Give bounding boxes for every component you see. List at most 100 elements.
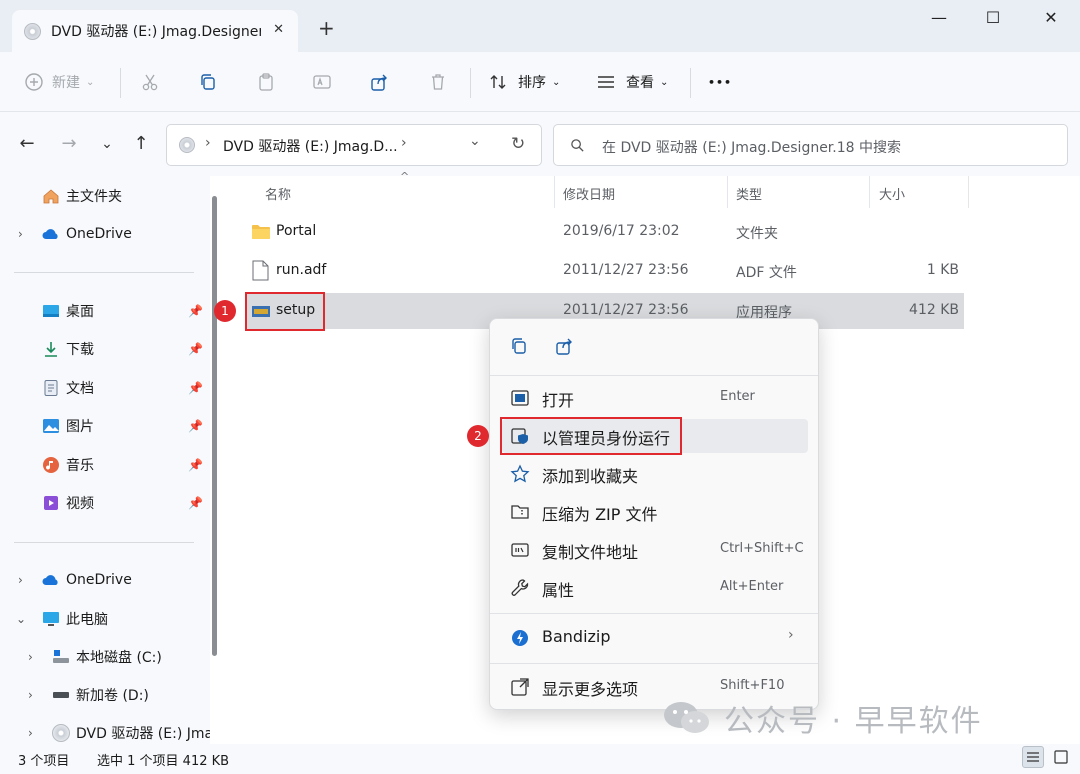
file-size: 412 KB [909, 302, 959, 318]
document-icon [44, 380, 58, 396]
tab-current[interactable]: DVD 驱动器 (E:) Jmag.Designer.18 ✕ [12, 10, 298, 52]
sidebar-item-music[interactable]: 音乐 📌 [0, 450, 205, 480]
sidebar-item-local-disk-c[interactable]: › 本地磁盘 (C:) [0, 642, 205, 672]
home-icon [43, 189, 59, 204]
sidebar-item-videos[interactable]: 视频 📌 [0, 488, 205, 518]
maximize-button[interactable]: ☐ [978, 8, 1008, 27]
copy-button[interactable] [198, 70, 218, 94]
step-badge-1: 1 [214, 300, 236, 322]
column-divider[interactable] [554, 176, 555, 208]
column-header-name[interactable]: 名称 [265, 184, 291, 203]
sidebar-label: 本地磁盘 (C:) [76, 650, 162, 666]
sidebar-item-documents[interactable]: 文档 📌 [0, 373, 205, 403]
new-label: 新建 [52, 75, 80, 91]
column-divider[interactable] [727, 176, 728, 208]
pin-icon[interactable]: 📌 [188, 381, 203, 395]
rename-button[interactable] [312, 70, 332, 94]
file-modified: 2011/12/27 23:56 [563, 302, 689, 318]
breadcrumb-path[interactable]: DVD 驱动器 (E:) Jmag.D... [223, 136, 398, 156]
search-box[interactable]: 在 DVD 驱动器 (E:) Jmag.Designer.18 中搜索 [553, 124, 1068, 166]
delete-button[interactable] [428, 70, 448, 94]
breadcrumb-trailing-separator[interactable]: › [401, 135, 407, 151]
folder-icon [252, 225, 270, 239]
selection-info: 选中 1 个项目 412 KB [97, 754, 230, 769]
menu-item-copy-path[interactable]: 复制文件地址 Ctrl+Shift+C [502, 533, 808, 567]
search-icon [571, 139, 584, 152]
address-bar[interactable]: › DVD 驱动器 (E:) Jmag.D... › ⌄ ↻ [166, 124, 542, 166]
menu-item-add-favorites[interactable]: 添加到收藏夹 [502, 457, 808, 491]
sidebar-item-onedrive[interactable]: › OneDrive [0, 565, 205, 595]
sidebar-label: DVD 驱动器 (E:) Jmag.Designer.18 [76, 726, 210, 742]
column-divider[interactable] [968, 176, 969, 208]
sidebar-label: 此电脑 [66, 612, 108, 628]
menu-item-open[interactable]: 打开 Enter [502, 381, 808, 415]
sidebar-scrollbar[interactable] [212, 196, 217, 656]
column-divider[interactable] [869, 176, 870, 208]
sidebar-label: 主文件夹 [66, 189, 122, 205]
share-button[interactable] [370, 70, 390, 94]
new-tab-button[interactable]: + [318, 18, 335, 38]
back-arrow-icon[interactable]: ← [14, 132, 40, 156]
sort-ascending-icon: ^ [400, 170, 410, 183]
pin-icon[interactable]: 📌 [188, 496, 203, 510]
sidebar-item-onedrive-top[interactable]: › OneDrive [0, 219, 205, 249]
sidebar-item-new-volume-d[interactable]: › 新加卷 (D:) [0, 680, 205, 710]
sort-label: 排序 [518, 75, 546, 91]
up-arrow-icon[interactable]: ↑ [128, 132, 154, 156]
menu-item-properties[interactable]: 属性 Alt+Enter [502, 571, 808, 605]
desktop-icon [43, 305, 59, 317]
pin-icon[interactable]: 📌 [188, 342, 203, 356]
watermark-text: 公众号 · 早早软件 [724, 704, 983, 739]
file-row-portal[interactable]: Portal 2019/6/17 23:02 文件夹 [245, 214, 964, 250]
minimize-button[interactable]: — [924, 8, 954, 27]
tiles-view-button[interactable] [1050, 746, 1072, 768]
copy-path-icon [511, 543, 529, 557]
sidebar-item-downloads[interactable]: 下载 📌 [0, 334, 205, 364]
view-list-icon [598, 76, 614, 88]
file-explorer-window: DVD 驱动器 (E:) Jmag.Designer.18 ✕ + — ☐ ✕ … [0, 0, 1080, 774]
menu-shortcut: Ctrl+Shift+C [720, 541, 804, 556]
share-icon[interactable] [555, 336, 575, 356]
title-bar: DVD 驱动器 (E:) Jmag.Designer.18 ✕ + — ☐ ✕ [0, 0, 1080, 52]
file-name: Portal [276, 223, 317, 239]
navigation-pane: 主文件夹 › OneDrive 桌面 📌 下载 📌 文档 📌 图片 📌 音乐 📌… [0, 176, 210, 744]
column-header-modified[interactable]: 修改日期 [563, 184, 615, 203]
paste-button[interactable] [256, 70, 276, 94]
menu-item-bandizip[interactable]: Bandizip › [502, 621, 808, 655]
recent-locations-chevron-icon[interactable]: ⌄ [94, 132, 120, 156]
cut-button[interactable] [140, 70, 160, 94]
pin-icon[interactable]: 📌 [188, 458, 203, 472]
menu-item-compress-zip[interactable]: 压缩为 ZIP 文件 [502, 495, 808, 529]
more-options-button[interactable]: ••• [708, 70, 732, 94]
wechat-logo-icon [664, 702, 709, 733]
share-icon [371, 74, 387, 91]
menu-label: Bandizip [542, 627, 611, 646]
pin-icon[interactable]: 📌 [188, 419, 203, 433]
highlight-box-setup [245, 292, 325, 331]
address-history-chevron-icon[interactable]: ⌄ [469, 133, 481, 149]
sidebar-item-pictures[interactable]: 图片 📌 [0, 411, 205, 441]
sort-button[interactable]: 排序 ⌄ [488, 70, 560, 94]
view-button[interactable]: 查看 ⌄ [596, 70, 668, 94]
sidebar-item-this-pc[interactable]: ⌄ 此电脑 [0, 604, 205, 634]
column-header-size[interactable]: 大小 [879, 184, 905, 203]
copy-icon[interactable] [509, 336, 529, 356]
refresh-icon[interactable]: ↻ [511, 134, 525, 154]
file-row-run-adf[interactable]: run.adf 2011/12/27 23:56 ADF 文件 1 KB [245, 253, 964, 289]
tab-close-button[interactable]: ✕ [273, 22, 284, 37]
new-button[interactable]: 新建 ⌄ [24, 70, 94, 94]
column-header-type[interactable]: 类型 [736, 184, 762, 203]
file-icon [252, 260, 269, 281]
chevron-down-icon: ⌄ [660, 76, 669, 88]
details-view-button[interactable] [1022, 746, 1044, 768]
close-window-button[interactable]: ✕ [1036, 8, 1066, 27]
menu-separator [490, 613, 818, 614]
plus-circle-icon [25, 73, 43, 91]
sidebar-item-desktop[interactable]: 桌面 📌 [0, 296, 205, 326]
dvd-drive-icon [179, 137, 195, 153]
forward-arrow-icon[interactable]: → [56, 132, 82, 156]
sidebar-item-home[interactable]: 主文件夹 [0, 181, 205, 211]
chevron-right-icon: › [788, 627, 794, 643]
pin-icon[interactable]: 📌 [188, 304, 203, 318]
sidebar-label: 下载 [66, 342, 94, 358]
